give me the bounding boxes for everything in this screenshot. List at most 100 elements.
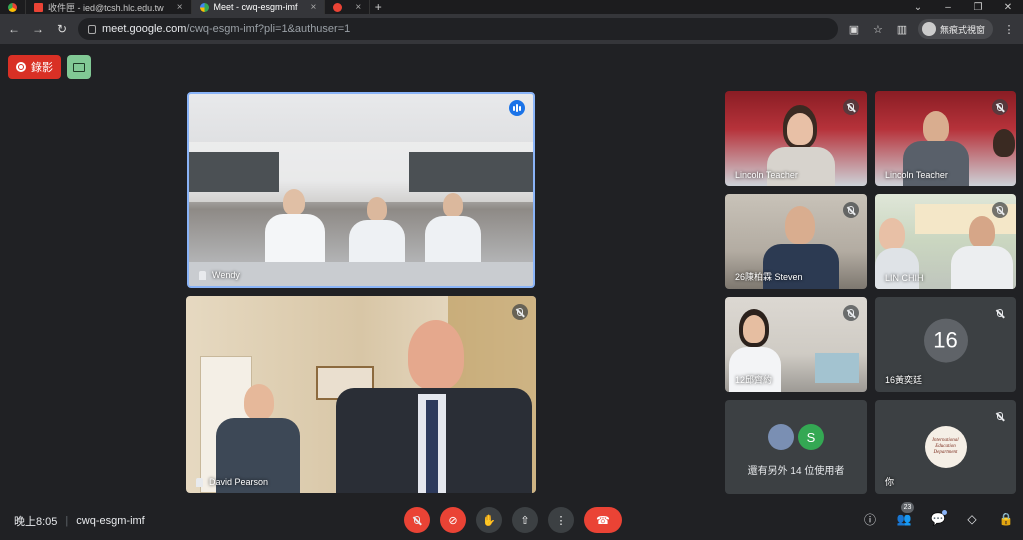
camera-off-icon: ⊘ — [448, 514, 458, 527]
bookmark-star-icon[interactable]: ☆ — [870, 21, 886, 37]
lock-person-icon: 🔒 — [998, 512, 1014, 526]
back-icon[interactable]: ← — [6, 21, 22, 37]
restore-icon[interactable]: ❐ — [963, 0, 993, 14]
others-count-label: 還有另外 14 位使用者 — [747, 466, 845, 477]
window-controls: ⌄ – ❐ ✕ — [903, 0, 1023, 14]
mic-off-icon — [843, 305, 859, 321]
participant-name: 12邱齊約 — [735, 375, 773, 385]
video-tile-lincoln-teacher-2[interactable]: Lincoln Teacher — [875, 91, 1016, 186]
host-controls-button[interactable]: 🔒 — [996, 509, 1016, 529]
new-tab-button[interactable]: + — [370, 0, 386, 14]
video-tile-self[interactable]: International Education Department 你 — [875, 400, 1016, 494]
mic-off-icon — [992, 202, 1008, 218]
mic-off-icon — [843, 99, 859, 115]
mic-off-icon — [512, 304, 528, 320]
leave-call-button[interactable]: ☎ — [584, 507, 622, 533]
side-controls: ⓘ 👥 23 💬 ◇ 🔒 — [860, 502, 1016, 529]
mic-off-icon — [992, 305, 1008, 321]
participant-name: Lincoln Teacher — [885, 170, 948, 180]
companion-icon — [73, 62, 85, 72]
present-screen-button[interactable]: ⇧ — [512, 507, 538, 533]
close-icon[interactable]: × — [311, 2, 317, 13]
chevron-down-icon[interactable]: ⌄ — [903, 0, 933, 14]
profile-label: 無痕式視窗 — [939, 24, 985, 35]
avatar: 16 — [923, 318, 968, 363]
video-tile-steven[interactable]: 26陳柏霖 Steven — [725, 194, 867, 289]
unread-dot — [942, 510, 947, 515]
tile-name: 你 — [885, 475, 894, 488]
tab-label: 收件匣 - ied@tcsh.hlc.edu.tw — [48, 2, 164, 13]
raise-hand-button[interactable]: ✋ — [476, 507, 502, 533]
participant-name: 26陳柏霖 Steven — [735, 272, 803, 282]
people-icon: 👥 — [896, 512, 912, 526]
video-tile-lin-chih[interactable]: LIN CHIH — [875, 194, 1016, 289]
mic-off-icon — [414, 516, 420, 524]
meeting-time: 晚上8:05 — [14, 516, 58, 528]
avatar — [768, 424, 794, 450]
department-logo: International Education Department — [924, 426, 967, 468]
video-tile-lincoln-teacher-1[interactable]: Lincoln Teacher — [725, 91, 867, 186]
mic-off-icon — [992, 408, 1008, 424]
meeting-info: 晚上8:05 | cwq-esgm-imf — [14, 513, 145, 529]
url-path: /cwq-esgm-imf?pli=1&authuser=1 — [186, 23, 351, 35]
more-vert-icon: ⋮ — [555, 514, 567, 527]
tile-name: 16黃奕廷 — [885, 373, 922, 386]
meeting-details-button[interactable]: ⓘ — [860, 509, 880, 529]
camera-blocked-icon[interactable]: ▣ — [846, 21, 862, 37]
others-tile[interactable]: S 還有另外 14 位使用者 — [725, 400, 867, 494]
speaking-indicator-icon — [509, 100, 525, 116]
participant-name: Wendy — [212, 270, 240, 280]
tile-name: David Pearson — [196, 477, 268, 487]
tile-name: Lincoln Teacher — [735, 170, 798, 180]
forward-icon[interactable]: → — [30, 21, 46, 37]
record-icon — [16, 62, 26, 72]
more-options-button[interactable]: ⋮ — [548, 507, 574, 533]
pin-icon[interactable] — [199, 270, 206, 280]
video-tile-12[interactable]: 12邱齊約 — [725, 297, 867, 392]
activities-button[interactable]: ◇ — [962, 509, 982, 529]
record-icon — [333, 2, 343, 12]
browser-tab-recording[interactable]: × — [325, 0, 371, 14]
pin-icon[interactable] — [196, 477, 203, 487]
tile-name: 26陳柏霖 Steven — [735, 270, 803, 283]
camera-toggle-button[interactable]: ⊘ — [440, 507, 466, 533]
browser-tab-chrome[interactable] — [0, 0, 26, 14]
close-icon[interactable]: × — [177, 2, 183, 13]
more-vert-icon[interactable]: ⋮ — [1001, 21, 1017, 37]
browser-tab-meet[interactable]: Meet - cwq-esgm-imf × — [191, 0, 326, 14]
participant-name: 你 — [885, 477, 895, 487]
participant-count-badge: 23 — [901, 502, 914, 513]
side-panel-icon[interactable]: ▥ — [894, 21, 910, 37]
mic-off-icon — [843, 202, 859, 218]
video-tile-16[interactable]: 16 16黃奕廷 — [875, 297, 1016, 392]
call-controls: ⊘ ✋ ⇧ ⋮ ☎ — [404, 507, 622, 533]
meeting-code: cwq-esgm-imf — [76, 515, 145, 527]
participant-name: LIN CHIH — [885, 273, 924, 283]
present-icon: ⇧ — [520, 514, 530, 527]
tab-label: Meet - cwq-esgm-imf — [213, 2, 298, 12]
incognito-profile[interactable]: 無痕式視窗 — [917, 19, 993, 39]
browser-tab-gmail[interactable]: 收件匣 - ied@tcsh.hlc.edu.tw × — [26, 0, 192, 14]
address-bar: ← → ↻ meet.google.com/cwq-esgm-imf?pli=1… — [0, 14, 1023, 44]
video-tile-david-pearson[interactable]: David Pearson — [186, 296, 536, 493]
lock-icon — [88, 24, 96, 34]
close-icon[interactable]: × — [355, 2, 361, 13]
participant-name: 16黃奕廷 — [885, 375, 923, 385]
url-field[interactable]: meet.google.com/cwq-esgm-imf?pli=1&authu… — [78, 18, 838, 40]
reload-icon[interactable]: ↻ — [54, 21, 70, 37]
gmail-icon — [34, 2, 43, 12]
activities-icon: ◇ — [967, 512, 977, 526]
record-label: 錄影 — [31, 62, 53, 74]
microphone-toggle-button[interactable] — [404, 507, 430, 533]
tile-name: Lincoln Teacher — [885, 170, 948, 180]
separator: | — [65, 515, 69, 527]
video-tile-wendy[interactable]: Wendy — [187, 92, 535, 288]
participant-name: David Pearson — [209, 477, 269, 487]
chat-button[interactable]: 💬 — [928, 509, 948, 529]
minimize-icon[interactable]: – — [933, 0, 963, 14]
record-button[interactable]: 錄影 — [8, 55, 61, 79]
people-button[interactable]: 👥 23 — [894, 502, 914, 529]
companion-button[interactable] — [67, 55, 91, 79]
close-window-icon[interactable]: ✕ — [993, 0, 1023, 14]
hang-up-icon: ☎ — [596, 514, 610, 527]
